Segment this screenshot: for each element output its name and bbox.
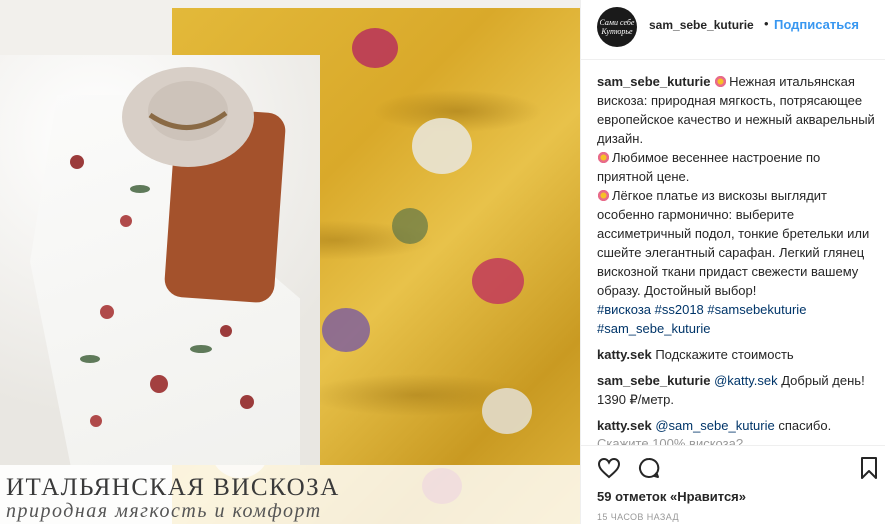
- comment-text: спасибо.: [778, 418, 832, 433]
- hashtag-link[interactable]: #вискоза: [597, 302, 651, 317]
- dress-photo-card: [0, 55, 320, 465]
- comment-item: katty.sek Подскажите стоимость: [597, 345, 877, 364]
- comment-mention[interactable]: @katty.sek: [714, 373, 778, 388]
- comment-user[interactable]: katty.sek: [597, 418, 652, 433]
- post-header: Сами себе Кутюрье sam_sebe_kuturie • Под…: [581, 0, 885, 60]
- likes-count[interactable]: 59 отметок «Нравится»: [597, 489, 746, 504]
- photo-caption-title: ИТАЛЬЯНСКАЯ ВИСКОЗА: [6, 474, 340, 501]
- comment-text: Подскажите стоимость: [655, 347, 794, 362]
- photo-caption-subtitle: природная мягкость и комфорт: [6, 500, 322, 522]
- avatar[interactable]: Сами себе Кутюрье: [597, 7, 637, 47]
- post-caption: sam_sebe_kuturie Нежная итальянская виск…: [597, 72, 877, 338]
- comment-icon[interactable]: [637, 456, 661, 480]
- comment-item: sam_sebe_kuturie @katty.sek Добрый день!…: [597, 371, 877, 409]
- header-username[interactable]: sam_sebe_kuturie: [649, 18, 754, 32]
- beige-hat: [122, 67, 254, 167]
- flower-emoji-icon: [714, 75, 728, 88]
- flower-emoji-icon: [597, 151, 610, 164]
- post-actions: 59 отметок «Нравится» 15 ЧАСОВ НАЗАД: [581, 445, 885, 524]
- heart-icon[interactable]: [597, 456, 621, 480]
- caption-author[interactable]: sam_sebe_kuturie: [597, 74, 710, 89]
- post-timestamp: 15 ЧАСОВ НАЗАД: [597, 512, 679, 522]
- comment-user[interactable]: katty.sek: [597, 347, 652, 362]
- post-side-panel: Сами себе Кутюрье sam_sebe_kuturie • Под…: [580, 0, 885, 524]
- hashtag-link[interactable]: #samsebekuturie: [707, 302, 806, 317]
- follow-button[interactable]: Подписаться: [774, 17, 859, 32]
- caption-paragraph: Лёгкое платье из вискозы выглядит особен…: [597, 188, 870, 298]
- comment-item: katty.sek @sam_sebe_kuturie спасибо.: [597, 416, 877, 435]
- comment-mention[interactable]: @sam_sebe_kuturie: [655, 418, 774, 433]
- comment-user[interactable]: sam_sebe_kuturie: [597, 373, 710, 388]
- header-separator: •: [764, 16, 769, 31]
- caption-paragraph: Любимое весеннее настроение по приятной …: [597, 150, 821, 184]
- post-photo[interactable]: ИТАЛЬЯНСКАЯ ВИСКОЗА природная мягкость и…: [0, 0, 580, 524]
- comments-list: sam_sebe_kuturie Нежная итальянская виск…: [597, 72, 877, 435]
- hashtag-link[interactable]: #ss2018: [655, 302, 704, 317]
- bookmark-icon[interactable]: [857, 456, 881, 480]
- hashtag-link[interactable]: #sam_sebe_kuturie: [597, 321, 710, 336]
- flower-emoji-icon: [597, 189, 610, 202]
